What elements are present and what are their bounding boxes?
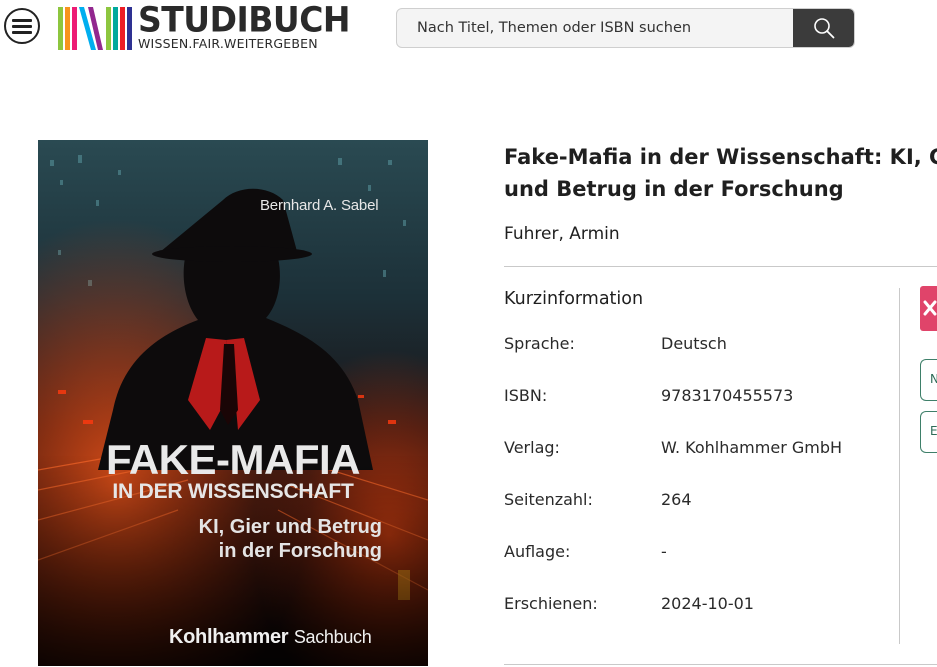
info-value: - xyxy=(661,542,667,561)
book-cover-image: Bernhard A. Sabel FAKE-MAFIA IN DER WISS… xyxy=(38,140,428,666)
info-row-isbn: ISBN: 9783170455573 xyxy=(504,386,894,410)
kurzinformation-heading: Kurzinformation xyxy=(504,289,644,309)
vertical-divider xyxy=(899,288,900,644)
search-icon xyxy=(813,18,834,39)
cover-title-line2: IN DER WISSENSCHAFT xyxy=(112,480,354,503)
cover-publisher-series: Sachbuch xyxy=(293,627,372,647)
book-title-line2: und Betrug in der Forschung xyxy=(504,177,844,201)
info-row-verlag: Verlag: W. Kohlhammer GmbH xyxy=(504,438,894,462)
cover-artwork xyxy=(38,140,428,666)
book-author[interactable]: Fuhrer, Armin xyxy=(504,224,620,244)
cover-author: Bernhard A. Sabel xyxy=(260,197,379,214)
info-value: 264 xyxy=(661,490,692,509)
info-row-erschienen: Erschienen: 2024-10-01 xyxy=(504,594,894,618)
info-row-seitenzahl: Seitenzahl: 264 xyxy=(504,490,894,514)
cover-subtitle-line1: KI, Gier und Betrug xyxy=(198,516,382,538)
close-button[interactable] xyxy=(920,286,937,331)
book-title: Fake-Mafia in der Wissenschaft: KI, Gier… xyxy=(504,141,937,205)
logo-brand: STUDIBUCH xyxy=(138,0,351,40)
info-row-sprache: Sprache: Deutsch xyxy=(504,334,894,358)
info-value: W. Kohlhammer GmbH xyxy=(661,438,843,457)
info-value: Deutsch xyxy=(661,334,727,353)
cover-title-line1: FAKE-MAFIA xyxy=(106,436,360,483)
info-label: Sprache: xyxy=(504,334,575,353)
menu-button[interactable] xyxy=(4,8,40,44)
info-label: Seitenzahl: xyxy=(504,490,593,509)
cover-publisher-name: Kohlhammer xyxy=(169,626,289,648)
close-icon xyxy=(923,300,937,316)
info-label: Auflage: xyxy=(504,542,571,561)
search-input[interactable] xyxy=(397,9,795,47)
hamburger-menu-icon xyxy=(12,18,32,22)
studibuch-logo[interactable]: STUDIBUCH WISSEN.FAIR.WEITERGEBEN xyxy=(58,2,351,51)
info-row-auflage: Auflage: - xyxy=(504,542,894,566)
info-label: ISBN: xyxy=(504,386,548,405)
search-bar xyxy=(396,8,855,48)
side-action-label: N xyxy=(930,372,937,386)
info-value: 2024-10-01 xyxy=(661,594,754,613)
info-value: 9783170455573 xyxy=(661,386,794,405)
side-action-button-2[interactable]: E xyxy=(920,411,937,453)
side-action-label: E xyxy=(930,424,937,438)
divider xyxy=(504,664,937,665)
book-title-line1: Fake-Mafia in der Wissenschaft: KI, Gier xyxy=(504,145,937,169)
info-label: Erschienen: xyxy=(504,594,598,613)
divider xyxy=(504,266,937,267)
cover-subtitle-line2: in der Forschung xyxy=(218,540,382,562)
info-label: Verlag: xyxy=(504,438,560,457)
side-action-button-1[interactable]: N xyxy=(920,359,937,401)
logo-books-icon xyxy=(58,7,132,50)
cover-publisher: Kohlhammer Sachbuch xyxy=(169,626,372,649)
search-button[interactable] xyxy=(793,9,854,47)
